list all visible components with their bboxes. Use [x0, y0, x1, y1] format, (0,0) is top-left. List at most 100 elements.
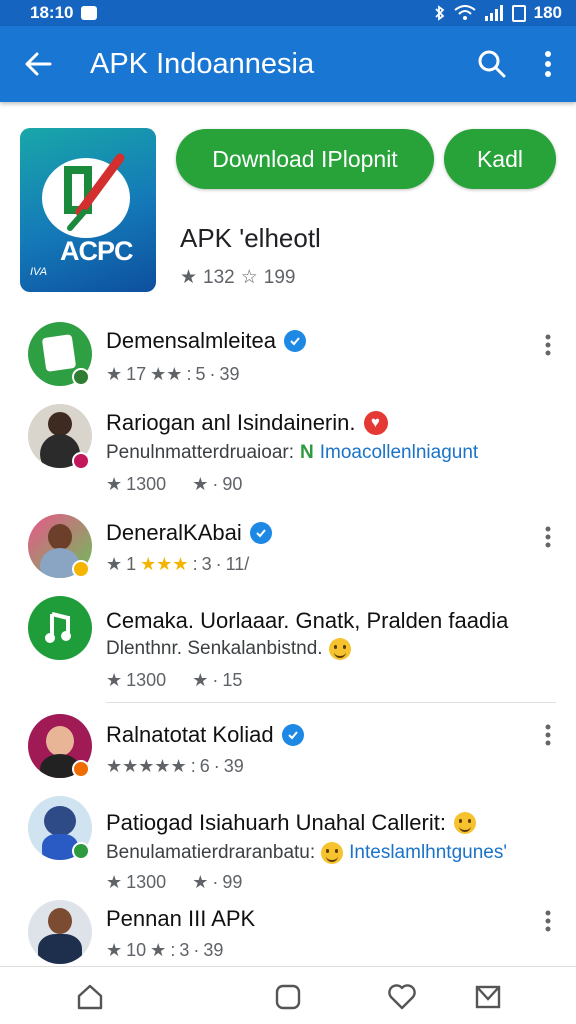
star-icon: ★: [106, 364, 123, 384]
list-item[interactable]: Patiogad Isiahuarh Unahal Callerit: Benu…: [0, 792, 576, 902]
item-menu-button[interactable]: [536, 720, 560, 750]
logo-text: ACPC: [60, 236, 134, 266]
smile-emoji-icon: [328, 638, 351, 660]
list-item[interactable]: Cemaka. Uorlaaar. Gnatk, Pralden faadia …: [0, 592, 576, 702]
check-icon: N: [300, 442, 314, 463]
status-badge-icon: [72, 560, 90, 578]
item-rating: ★★★★★ : 6 · 39: [106, 756, 244, 776]
status-badge-icon: [72, 452, 90, 470]
avatar: [28, 596, 92, 660]
list-item[interactable]: Ralnatotat Koliad ★★★★★ : 6 · 39: [0, 710, 576, 796]
rating-value: 132: [203, 266, 235, 288]
verified-icon: [283, 330, 306, 352]
nav-home-button[interactable]: [74, 981, 106, 1013]
back-button[interactable]: [0, 26, 76, 102]
star-icon: ★: [192, 474, 209, 494]
item-rating: ★ 1300 ★ · 15: [106, 670, 243, 690]
battery-level: 180: [533, 3, 562, 22]
verified-icon: [249, 522, 272, 544]
item-subtitle-text: Dlenthnr. Senkalanbistnd.: [106, 638, 323, 659]
app-name: APK 'elheotl: [180, 223, 321, 253]
search-icon: [478, 50, 506, 78]
item-menu-button[interactable]: [536, 330, 560, 360]
download-button[interactable]: Download IPlopnit: [176, 129, 434, 189]
star-icon: ★: [150, 940, 167, 960]
meta-right: 39: [223, 756, 244, 776]
app-logo[interactable]: ACPC IVA: [20, 128, 156, 292]
nav-inbox-button[interactable]: [472, 981, 504, 1013]
featured-app: ACPC IVA Download IPlopnit Kadl APK 'elh…: [0, 102, 576, 302]
star-icon: ★: [106, 670, 123, 690]
verified-icon: [281, 724, 304, 746]
star-icon: ★: [106, 474, 123, 494]
meta-left: 1: [126, 554, 137, 574]
secondary-button[interactable]: Kadl: [444, 129, 556, 189]
item-title: Pennan III APK: [106, 906, 255, 932]
music-note-icon: [45, 612, 71, 643]
meta-right: 39: [203, 940, 224, 960]
search-button[interactable]: [464, 26, 520, 102]
list-item[interactable]: Rariogan anl Isindainerin. ♥ Penulnmatte…: [0, 398, 576, 508]
meta-right: 15: [222, 670, 243, 690]
overflow-menu-button[interactable]: [520, 26, 576, 102]
meta-mid: 3: [201, 554, 212, 574]
pencil-check-icon: [64, 153, 125, 231]
gold-stars-icon: ★★★: [140, 554, 189, 574]
list-item[interactable]: Pennan III APK ★ 10 ★ : 3 · 39: [0, 896, 576, 966]
bluetooth-icon: [434, 5, 444, 21]
meta-right: 11/: [225, 554, 250, 574]
star-outline-icon: ☆: [240, 267, 258, 288]
notification-icon: [81, 6, 98, 20]
item-title: DeneralKAbai: [106, 520, 272, 546]
more-vert-icon: [545, 724, 551, 746]
more-vert-icon: [545, 51, 551, 77]
nav-overview-button[interactable]: [272, 981, 304, 1013]
home-icon: [77, 984, 103, 1010]
item-subtitle: Dlenthnr. Senkalanbistnd.: [106, 638, 351, 660]
back-arrow-icon: [25, 52, 52, 76]
meta-left: 17: [126, 364, 147, 384]
star-icon: ★: [180, 267, 198, 288]
item-menu-button[interactable]: [536, 522, 560, 552]
item-title-text: Rariogan anl Isindainerin.: [106, 410, 356, 435]
meta-left: 1300: [126, 872, 167, 892]
star-icon: ★: [192, 872, 209, 892]
app-rating: ★ 132 ☆ 199: [180, 266, 296, 289]
item-title-text: Ralnatotat Koliad: [106, 722, 274, 747]
star-icon: ★: [192, 670, 209, 690]
meta-right: 39: [219, 364, 240, 384]
star-icon: ★: [106, 872, 123, 892]
list-item[interactable]: DeneralKAbai ★ 1 ★★★ : 3 · 11/: [0, 508, 576, 594]
list-item[interactable]: Demensalmleitea ★ 17 ★★ : 5 · 39: [0, 312, 576, 394]
signal-icon: [484, 5, 503, 21]
star-icon: ★: [106, 554, 123, 574]
item-title-text: DeneralKAbai: [106, 520, 242, 545]
battery-icon: [511, 4, 526, 22]
logo-subtext: IVA: [30, 266, 48, 278]
wifi-icon: [454, 5, 476, 20]
item-title: Ralnatotat Koliad: [106, 722, 304, 748]
item-subtitle: Benulamatierdraranbatu: Inteslamlhntgune…: [106, 842, 507, 864]
mail-icon: [475, 985, 501, 1009]
smile-emoji-icon: [453, 812, 476, 834]
item-title: Rariogan anl Isindainerin. ♥: [106, 410, 388, 436]
app-bar: APK Indoannesia: [0, 26, 576, 102]
divider: [106, 702, 556, 703]
meta-right: 90: [222, 474, 243, 494]
item-rating: ★ 10 ★ : 3 · 39: [106, 940, 224, 960]
item-title-text: Cemaka. Uorlaaar. Gnatk, Pralden faadia: [106, 608, 509, 633]
verified-badge-icon: [72, 368, 90, 386]
item-title: Demensalmleitea: [106, 328, 306, 354]
nav-favorites-button[interactable]: [386, 981, 418, 1013]
bottom-navigation: [0, 966, 576, 1024]
review-count: 199: [263, 266, 296, 288]
avatar: [28, 900, 92, 964]
more-vert-icon: [545, 526, 551, 548]
meta-left: 10: [126, 940, 147, 960]
item-menu-button[interactable]: [536, 906, 560, 936]
meta-right: 99: [222, 872, 243, 892]
item-title-text: Patiogad Isiahuarh Unahal Callerit:: [106, 810, 446, 835]
item-subtitle-text: Penulnmatterdruaioar:: [106, 442, 294, 463]
item-subtitle-accent: Imoacollenlniagunt: [319, 442, 479, 463]
item-rating: ★ 17 ★★ : 5 · 39: [106, 364, 240, 384]
